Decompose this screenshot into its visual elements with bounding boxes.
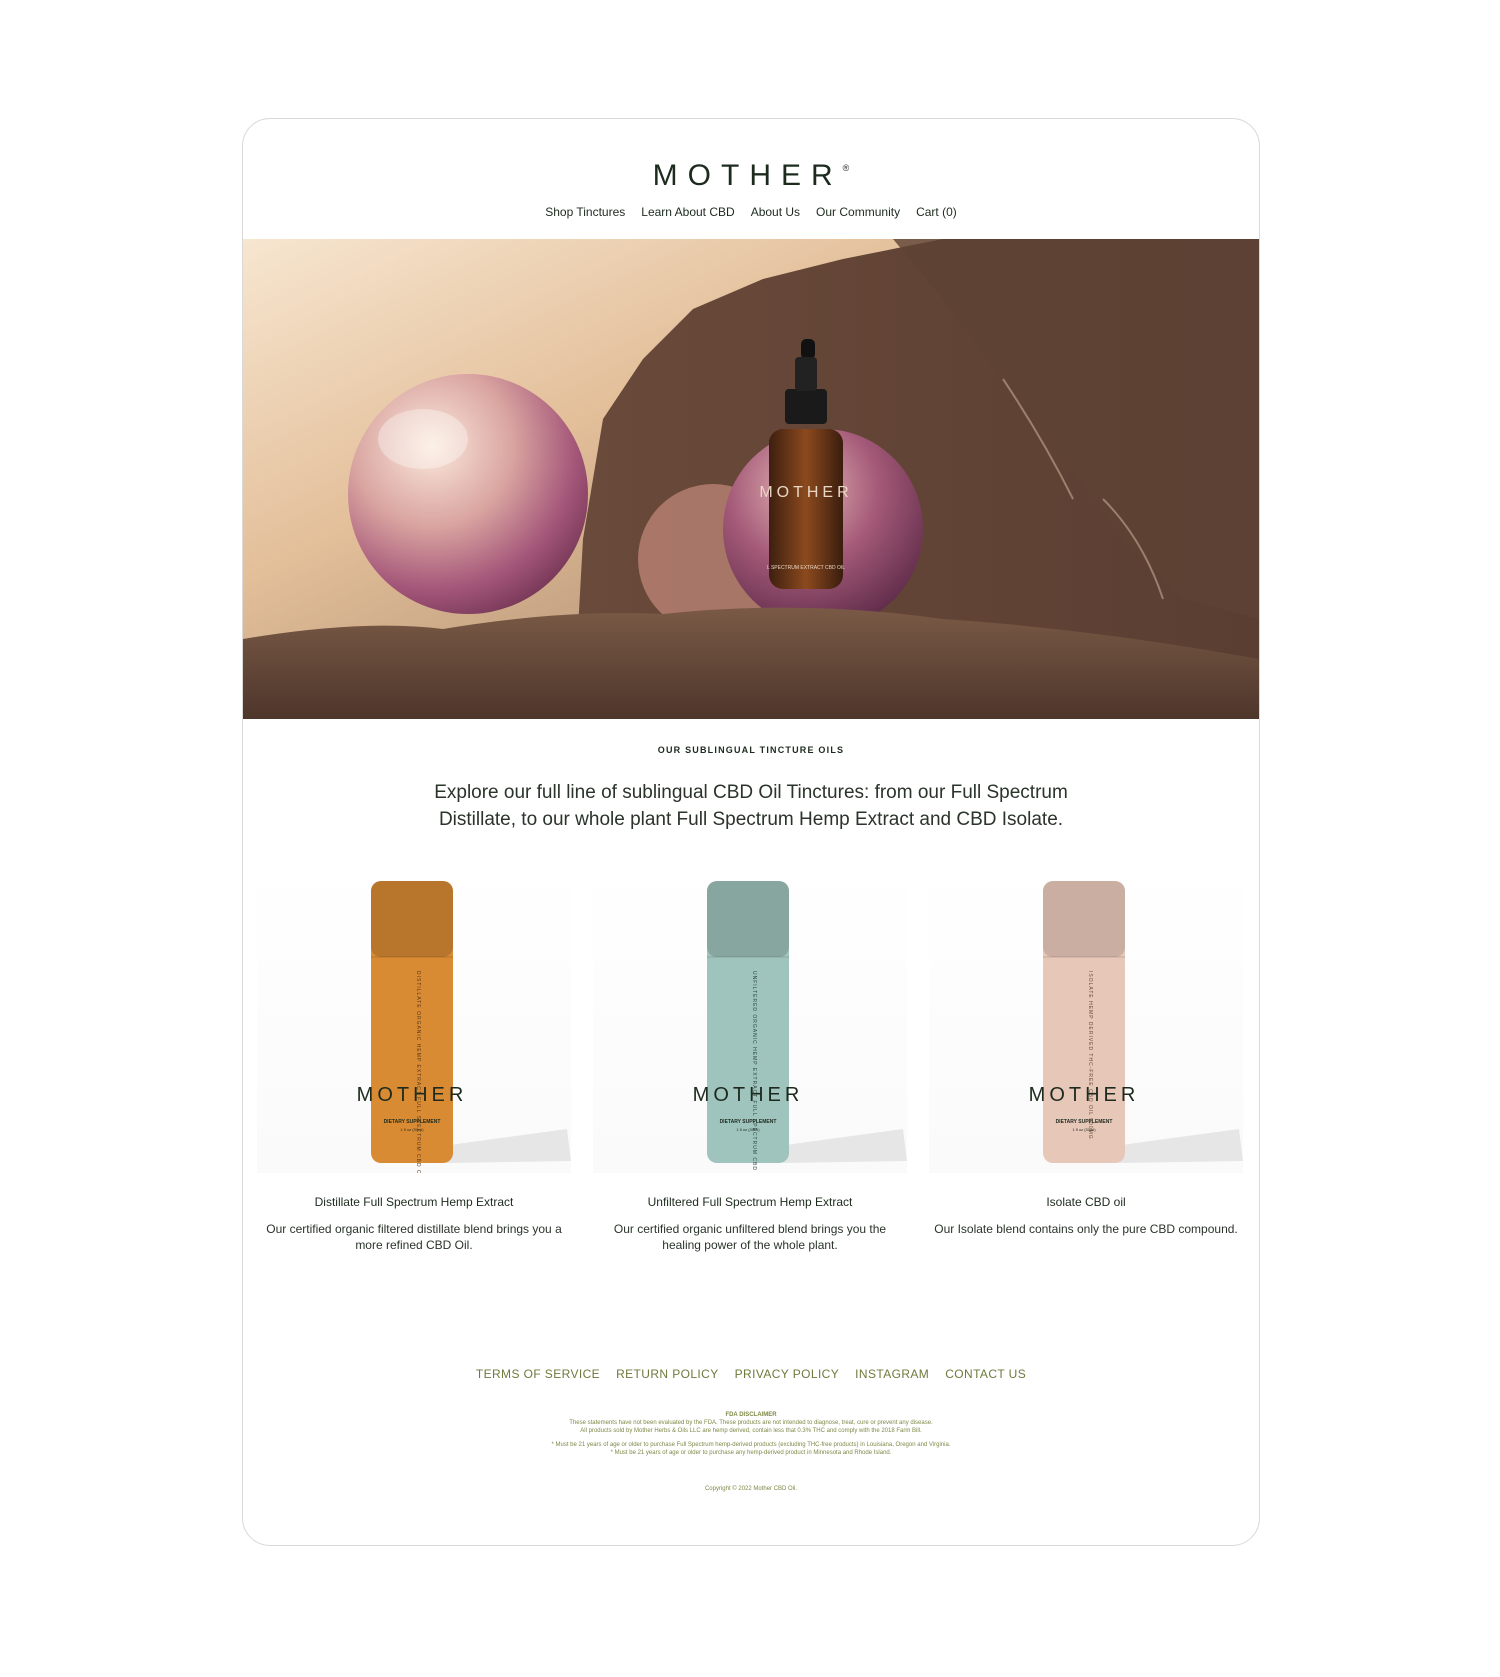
nav-cart[interactable]: Cart (0) bbox=[916, 205, 957, 219]
tube-volume-text: 1 fl oz (30ml) bbox=[1072, 1127, 1096, 1132]
tube-brand-text: MOTHER bbox=[693, 1084, 804, 1106]
brand-logo[interactable]: MOTHER® bbox=[243, 159, 1259, 193]
nav-shop-tinctures[interactable]: Shop Tinctures bbox=[545, 205, 625, 219]
tube-brand-text: MOTHER bbox=[357, 1084, 468, 1106]
hero-image: MOTHER L SPECTRUM EXTRACT CBD OIL bbox=[243, 239, 1259, 719]
product-name[interactable]: Distillate Full Spectrum Hemp Extract bbox=[315, 1195, 514, 1209]
fda-disclaimer: FDA DISCLAIMER These statements have not… bbox=[243, 1411, 1259, 1457]
tube-side-text: ISOLATE HEMP DERIVED THC-FREE CBD OIL 50… bbox=[1087, 971, 1093, 1140]
disclaimer-line: All products sold by Mother Herbs & Oils… bbox=[580, 1428, 922, 1434]
footer-link-return-policy[interactable]: RETURN POLICY bbox=[616, 1367, 719, 1381]
product-description: Our Isolate blend contains only the pure… bbox=[934, 1222, 1238, 1236]
tube-side-text: UNFILTERED ORGANIC HEMP EXTRACT FULL SPE… bbox=[751, 971, 757, 1173]
product-image[interactable]: UNFILTERED ORGANIC HEMP EXTRACT FULL SPE… bbox=[593, 861, 907, 1212]
main-nav: Shop Tinctures Learn About CBD About Us … bbox=[243, 205, 1259, 219]
tube-footer-text: DIETARY SUPPLEMENT bbox=[384, 1119, 441, 1125]
product-name[interactable]: Isolate CBD oil bbox=[1046, 1195, 1125, 1209]
bottle-sublabel: L SPECTRUM EXTRACT CBD OIL bbox=[767, 565, 845, 571]
product-card[interactable]: DISTILLATE ORGANIC HEMP EXTRACT FULL SPE… bbox=[257, 861, 571, 1253]
hero-illustration: MOTHER L SPECTRUM EXTRACT CBD OIL bbox=[243, 239, 1259, 719]
product-tube-illustration: UNFILTERED ORGANIC HEMP EXTRACT FULL SPE… bbox=[693, 881, 907, 1212]
footer-link-instagram[interactable]: INSTAGRAM bbox=[855, 1367, 929, 1381]
product-tube-illustration: DISTILLATE ORGANIC HEMP EXTRACT FULL SPE… bbox=[357, 881, 571, 1205]
registered-mark: ® bbox=[842, 163, 850, 173]
disclaimer-line: These statements have not been evaluated… bbox=[569, 1420, 933, 1426]
product-grid: DISTILLATE ORGANIC HEMP EXTRACT FULL SPE… bbox=[257, 861, 1243, 1253]
tube-brand-text: MOTHER bbox=[1029, 1084, 1140, 1106]
footer-link-contact-us[interactable]: CONTACT US bbox=[945, 1367, 1026, 1381]
glass-orb-left bbox=[348, 374, 588, 614]
section-intro: Explore our full line of sublingual CBD … bbox=[434, 782, 1068, 830]
tube-cap-shading bbox=[371, 881, 453, 957]
age-notice: * Must be 21 years of age or older to pu… bbox=[551, 1442, 951, 1448]
product-tube-illustration: ISOLATE HEMP DERIVED THC-FREE CBD OIL 50… bbox=[1029, 881, 1243, 1163]
page-frame: MOTHER® Shop Tinctures Learn About CBD A… bbox=[242, 118, 1260, 1546]
tube-footer-text: DIETARY SUPPLEMENT bbox=[720, 1119, 777, 1125]
footer-link-privacy-policy[interactable]: PRIVACY POLICY bbox=[735, 1367, 840, 1381]
nav-learn-about-cbd[interactable]: Learn About CBD bbox=[641, 205, 734, 219]
tube-side-text: DISTILLATE ORGANIC HEMP EXTRACT FULL SPE… bbox=[415, 971, 421, 1173]
product-image[interactable]: ISOLATE HEMP DERIVED THC-FREE CBD OIL 50… bbox=[929, 861, 1243, 1173]
bottle-label: MOTHER bbox=[759, 484, 852, 501]
product-description: Our certified organic unfiltered blend b… bbox=[613, 1222, 887, 1252]
product-description: Our certified organic filtered distillat… bbox=[266, 1222, 562, 1252]
copyright: Copyright © 2022 Mother CBD Oil. bbox=[704, 1486, 798, 1492]
nav-our-community[interactable]: Our Community bbox=[816, 205, 900, 219]
tube-cap-shading bbox=[1043, 881, 1125, 957]
footer-links: TERMS OF SERVICE RETURN POLICY PRIVACY P… bbox=[243, 1367, 1259, 1381]
product-card[interactable]: UNFILTERED ORGANIC HEMP EXTRACT FULL SPE… bbox=[593, 861, 907, 1253]
tube-volume-text: 1 fl oz (30ml) bbox=[736, 1127, 760, 1132]
tube-footer-text: DIETARY SUPPLEMENT bbox=[1056, 1119, 1113, 1125]
footer-link-terms[interactable]: TERMS OF SERVICE bbox=[476, 1367, 600, 1381]
nav-about-us[interactable]: About Us bbox=[751, 205, 800, 219]
age-notice: * Must be 21 years of age or older to pu… bbox=[610, 1450, 892, 1456]
product-card[interactable]: ISOLATE HEMP DERIVED THC-FREE CBD OIL 50… bbox=[929, 861, 1243, 1253]
tube-volume-text: 1 fl oz (30ml) bbox=[400, 1127, 424, 1132]
product-image[interactable]: DISTILLATE ORGANIC HEMP EXTRACT FULL SPE… bbox=[257, 861, 571, 1205]
tube-cap-shading bbox=[707, 881, 789, 957]
disclaimer-title: FDA DISCLAIMER bbox=[725, 1412, 777, 1418]
product-name[interactable]: Unfiltered Full Spectrum Hemp Extract bbox=[648, 1195, 853, 1209]
section-eyebrow: OUR SUBLINGUAL TINCTURE OILS bbox=[657, 745, 845, 755]
logo-text: MOTHER bbox=[652, 159, 843, 192]
